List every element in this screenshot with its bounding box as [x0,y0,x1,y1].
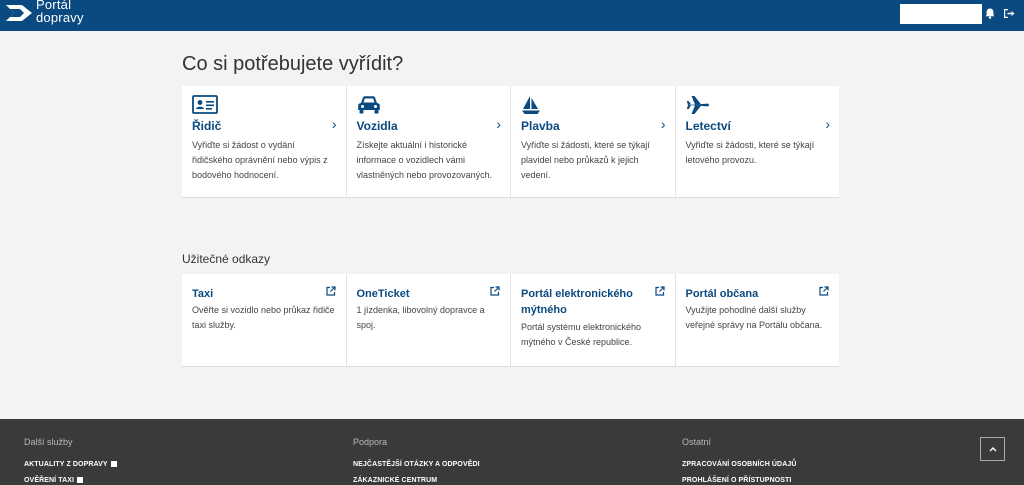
link-title: Taxi [192,288,214,300]
service-card-plavba[interactable]: › Plavba Vyřiďte si žádosti, které se tý… [511,86,676,197]
scroll-to-top-button[interactable] [980,437,1005,461]
top-bar: Portál dopravy [0,0,1024,31]
main-content: Co si potřebujete vyřídit? › Řidič Vyřiď… [0,31,1024,419]
external-link-icon [819,283,829,301]
chevron-right-icon: › [825,116,830,132]
service-title: Plavba [521,119,560,133]
link-card-portal-obcana[interactable]: Portál občana Využijte pohodlné další sl… [675,274,839,366]
footer-col-dalsi-sluzby: Další služby Aktuality z dopravy Ověření… [24,437,117,485]
footer-col-podpora: Podpora Nejčastější otázky a odpovědi Zá… [353,437,480,485]
driver-license-icon [192,95,218,119]
footer-link-overeni-taxi[interactable]: Ověření taxi [24,477,117,484]
footer-col-ostatni: Ostatní Zpracování osobních údajů Prohlá… [682,437,797,485]
external-link-icon [490,283,500,301]
service-title: Vozidla [356,119,398,133]
link-desc: 1 jízdenka, libovolný dopravce a spoj. [356,305,485,330]
service-card-letectvi[interactable]: › Letectví Vyřiďte si žádosti, které se … [675,86,839,197]
service-desc: Vyřiďte si žádosti, které se týkají leto… [685,140,815,165]
service-title: Letectví [685,119,731,133]
footer-link-pristupnost[interactable]: Prohlášení o přístupnosti [682,477,797,484]
chevron-right-icon: › [660,116,666,132]
link-desc: Portál systému elektronického mýtného v … [521,322,642,347]
footer-heading: Podpora [353,437,388,447]
logout-icon[interactable] [1003,6,1015,24]
service-card-ridic[interactable]: › Řidič Vyřiďte si žádost o vydání řidič… [182,86,347,197]
header-search-input[interactable] [900,4,982,24]
taxi-icon [77,477,84,484]
chevron-up-icon [989,447,996,452]
logo-text: Portál dopravy [36,0,84,24]
link-desc: Využijte pohodlné další služby veřejné s… [685,305,823,330]
external-link-icon [325,283,336,301]
footer-link-zakaznicke-centrum[interactable]: Zákaznické centrum [353,477,480,484]
useful-links-heading: Užitečné odkazy [182,252,271,266]
footer-heading: Další služby [24,437,73,447]
service-title: Řidič [192,119,222,133]
footer-link-label: Aktuality z dopravy [24,461,108,468]
external-link-icon [654,283,665,301]
link-title: OneTicket [356,288,410,300]
sailboat-icon [521,95,541,120]
rss-icon [110,461,117,468]
service-desc: Získejte aktuální i historické informace… [356,140,493,180]
car-icon [357,95,381,120]
link-card-taxi[interactable]: Taxi Ověřte si vozidlo nebo průkaz řidič… [182,274,347,366]
link-card-oneticket[interactable]: OneTicket 1 jízdenka, libovolný dopravce… [346,274,511,366]
service-card-vozidla[interactable]: › Vozidla Získejte aktuální i historické… [346,86,511,197]
footer-link-faq[interactable]: Nejčastější otázky a odpovědi [353,461,480,468]
chevron-right-icon: › [496,116,501,132]
logo-line2: dopravy [36,10,84,25]
footer: Další služby Aktuality z dopravy Ověření… [0,419,1024,485]
page-title: Co si potřebujete vyřídit? [182,53,404,75]
logo-link[interactable] [4,0,34,28]
footer-link-aktuality[interactable]: Aktuality z dopravy [24,461,117,468]
link-title: Portál občana [685,288,759,300]
service-desc: Vyřiďte si žádosti, které se týkají plav… [521,140,650,180]
footer-link-osobni-udaje[interactable]: Zpracování osobních údajů [682,461,797,468]
link-card-myto[interactable]: Portál elektronického mýtného Portál sys… [511,274,676,366]
link-title: Portál elektronického mýtného [521,288,633,316]
portal-logo-icon [6,5,32,21]
chevron-right-icon: › [331,116,337,132]
airplane-icon [686,95,710,120]
footer-link-label: Ověření taxi [24,477,75,484]
footer-heading: Ostatní [682,437,712,447]
service-desc: Vyřiďte si žádost o vydání řidičského op… [192,140,328,180]
useful-links-grid: Taxi Ověřte si vozidlo nebo průkaz řidič… [182,274,839,367]
services-grid: › Řidič Vyřiďte si žádost o vydání řidič… [182,86,839,198]
notifications-bell-icon[interactable] [985,6,995,24]
link-desc: Ověřte si vozidlo nebo průkaz řidiče tax… [192,305,335,330]
